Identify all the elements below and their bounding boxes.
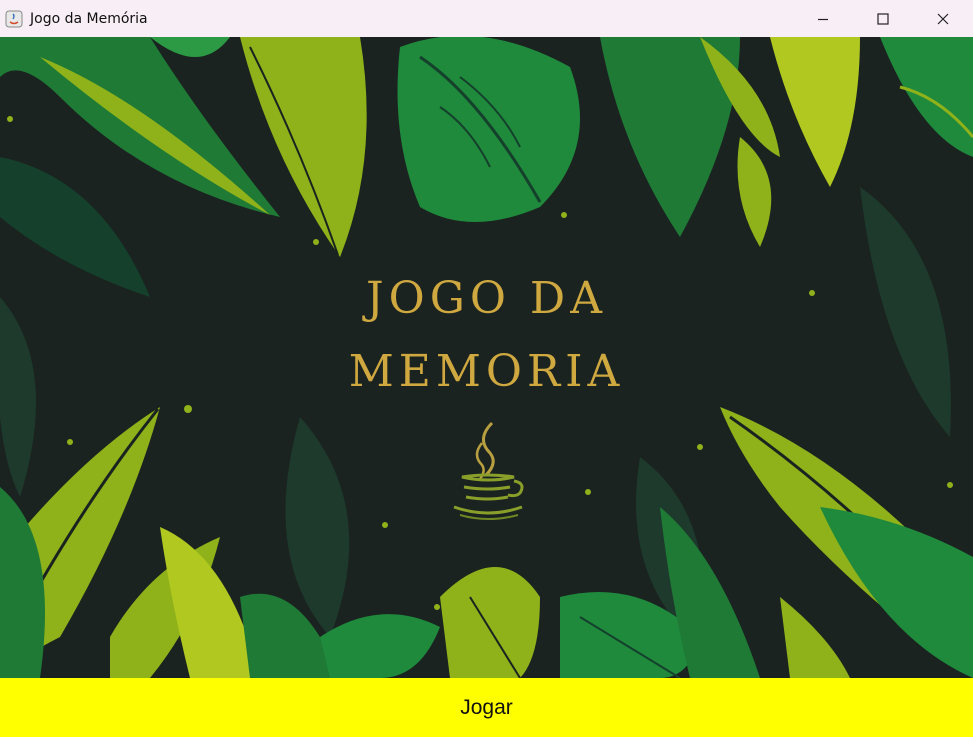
close-button[interactable] [913, 0, 973, 37]
window-controls [793, 0, 973, 37]
play-button[interactable]: Jogar [0, 678, 973, 737]
game-splash-screen: JOGO DA MEMORIA [0, 37, 973, 678]
java-app-icon [5, 10, 23, 28]
game-title-line-1: JOGO DA [366, 273, 607, 324]
java-coffee-cup-icon [453, 421, 524, 520]
window-titlebar: Jogo da Memória [0, 0, 973, 37]
minimize-icon [818, 18, 828, 20]
maximize-icon [877, 12, 889, 25]
game-title-line-2: MEMORIA [348, 346, 625, 397]
close-icon [937, 13, 949, 24]
minimize-button[interactable] [793, 0, 853, 37]
game-title: JOGO DA MEMORIA [0, 277, 973, 423]
maximize-button[interactable] [853, 0, 913, 37]
window-title: Jogo da Memória [30, 10, 148, 27]
